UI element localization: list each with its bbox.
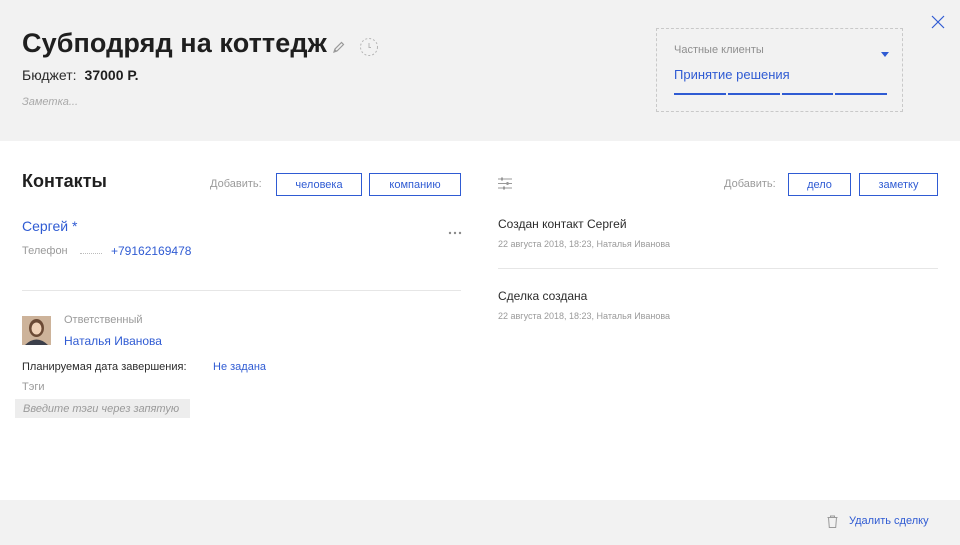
stage-segment [835, 93, 887, 95]
feed-event-meta: 22 августа 2018, 18:23, Наталья Иванова [498, 239, 671, 249]
feed-divider [498, 268, 938, 269]
stage-segment [727, 93, 780, 95]
close-icon[interactable] [931, 15, 945, 29]
trash-icon[interactable] [827, 515, 838, 528]
add-task-button[interactable]: дело [788, 173, 851, 196]
pencil-icon[interactable] [332, 40, 346, 54]
contacts-title: Контакты [22, 171, 107, 191]
responsible-user-link[interactable]: Наталья Иванова [64, 334, 162, 348]
feed-event-title: Создан контакт Сергей [498, 217, 627, 231]
stage-progress-bar [674, 93, 887, 95]
contacts-add-label: Добавить: [210, 178, 262, 190]
contact-name-link[interactable]: Сергей * [22, 218, 77, 234]
contacts-divider [22, 290, 461, 291]
stage-segment [781, 93, 834, 95]
add-person-button[interactable]: человека [276, 173, 362, 196]
deal-header: Субподряд на коттедж Бюджет: 37000 Р. Зам… [0, 0, 960, 141]
phone-label: Телефон [22, 245, 68, 257]
delete-deal-link[interactable]: Удалить сделку [849, 515, 929, 527]
budget-value[interactable]: 37000 Р. [85, 67, 139, 83]
tags-input[interactable] [15, 399, 190, 418]
phone-dots-divider [80, 253, 102, 254]
deal-title[interactable]: Субподряд на коттедж [22, 28, 327, 59]
pipeline-selector[interactable]: Частные клиенты Принятие решения [656, 28, 903, 112]
due-date-link[interactable]: Не задана [213, 361, 266, 373]
due-date-label: Планируемая дата завершения: [22, 361, 187, 373]
add-company-button[interactable]: компанию [369, 173, 461, 196]
feed-event-title: Сделка создана [498, 289, 588, 303]
budget-row: Бюджет: 37000 Р. [22, 67, 139, 83]
avatar[interactable] [22, 316, 51, 345]
responsible-label: Ответственный [64, 314, 143, 326]
timer-icon[interactable] [359, 37, 379, 57]
add-note-button[interactable]: заметку [859, 173, 938, 196]
filter-icon[interactable] [498, 177, 512, 190]
deal-note-field[interactable]: Заметка... [22, 96, 78, 108]
caret-down-icon[interactable] [881, 45, 889, 57]
feed-add-label: Добавить: [724, 178, 776, 190]
more-icon[interactable] [448, 222, 462, 235]
deal-footer: Удалить сделку [0, 500, 960, 545]
pipeline-name[interactable]: Частные клиенты [674, 44, 764, 56]
tags-label: Тэги [22, 381, 45, 393]
budget-label: Бюджет: [22, 67, 77, 83]
pipeline-stage[interactable]: Принятие решения [674, 67, 790, 82]
phone-link[interactable]: +79162169478 [111, 244, 191, 258]
feed-event-meta: 22 августа 2018, 18:23, Наталья Иванова [498, 311, 671, 321]
stage-segment [674, 93, 726, 95]
